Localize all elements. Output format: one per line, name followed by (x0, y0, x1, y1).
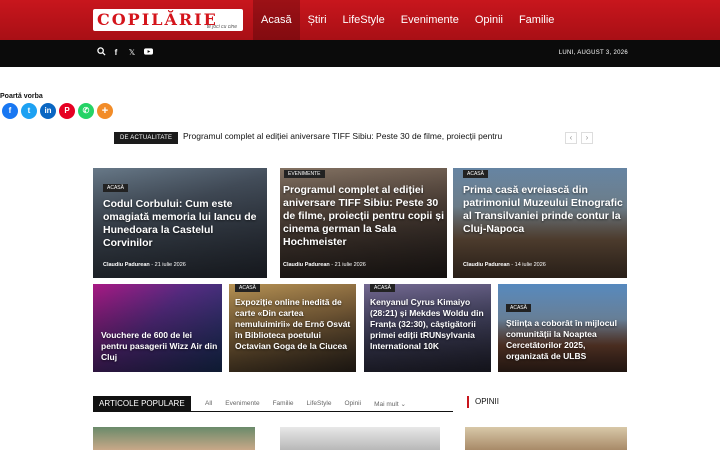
secondary-card-3[interactable]: ACASĂ Kenyanul Cyrus Kimaiyo (28:21) și … (364, 284, 491, 372)
section-divider (93, 411, 453, 412)
popular-filters: All Evenimente Familie LifeStyle Opinii … (205, 400, 419, 408)
secondary-title-2[interactable]: Expoziție online inedită de carte «Din c… (235, 297, 355, 352)
category-badge[interactable]: ACASĂ (463, 170, 488, 178)
post-date: 14 iulie 2026 (514, 262, 546, 268)
x-twitter-icon[interactable]: 𝕏 (126, 47, 138, 59)
featured-title-1[interactable]: Codul Corbului: Cum este omagiată memori… (103, 198, 261, 250)
ticker-prev-button[interactable]: ‹ (565, 132, 577, 144)
more-share-icon[interactable]: + (97, 103, 113, 119)
secondary-title-4[interactable]: Știința a coborât în mijlocul comunități… (506, 318, 624, 362)
twitter-share-icon[interactable]: t (21, 103, 37, 119)
facebook-share-icon[interactable]: f (2, 103, 18, 119)
nav-item-familie[interactable]: Familie (511, 0, 562, 40)
main-nav: Acasă Știri LifeStyle Evenimente Opinii … (253, 0, 562, 40)
logo-text: COPILĂRIE (97, 10, 218, 29)
secondary-card-4[interactable]: ACASĂ Știința a coborât în mijlocul comu… (498, 284, 627, 372)
featured-card-1[interactable]: ACASĂ Codul Corbului: Cum este omagiată … (93, 168, 267, 278)
post-date: 21 iulie 2026 (334, 262, 366, 268)
filter-more-dropdown[interactable]: Mai mult ⌄ (374, 400, 406, 408)
share-title: Poartă vorba (0, 93, 43, 100)
ticker-badge: DE ACTUALITATE (114, 132, 179, 144)
facebook-icon[interactable]: f (110, 47, 122, 59)
filter-evenimente[interactable]: Evenimente (225, 400, 259, 408)
opinii-section-title: OPINII (467, 396, 499, 408)
category-badge[interactable]: ACASĂ (235, 284, 260, 292)
nav-item-evenimente[interactable]: Evenimente (393, 0, 467, 40)
search-icon[interactable] (95, 47, 107, 59)
category-badge[interactable]: ACASĂ (506, 304, 531, 312)
popular-thumb-2[interactable] (280, 427, 440, 450)
whatsapp-share-icon[interactable]: ✆ (78, 103, 94, 119)
filter-familie[interactable]: Familie (273, 400, 294, 408)
featured-meta-2: Claudiu Padurean - 21 iulie 2026 (283, 262, 366, 268)
author-name[interactable]: Claudiu Padurean (283, 262, 330, 268)
category-badge[interactable]: ACASĂ (103, 184, 128, 192)
nav-item-lifestyle[interactable]: LifeStyle (335, 0, 393, 40)
secondary-title-3[interactable]: Kenyanul Cyrus Kimaiyo (28:21) și Mekdes… (370, 297, 490, 352)
secondary-card-1[interactable]: Vouchere de 600 de lei pentru pasagerii … (93, 284, 222, 372)
popular-thumb-1[interactable] (93, 427, 255, 450)
featured-card-3[interactable]: ACASĂ Prima casă evreiască din patrimoni… (453, 168, 627, 278)
nav-item-opinii[interactable]: Opinii (467, 0, 511, 40)
filter-all[interactable]: All (205, 400, 212, 408)
featured-card-2[interactable]: EVENIMENTE Programul complet al ediției … (280, 168, 447, 278)
secondary-title-1[interactable]: Vouchere de 600 de lei pentru pasagerii … (101, 330, 219, 363)
nav-item-acasa[interactable]: Acasă (253, 0, 300, 40)
pinterest-share-icon[interactable]: P (59, 103, 75, 119)
nav-item-stiri[interactable]: Știri (300, 0, 335, 40)
secondary-card-2[interactable]: ACASĂ Expoziție online inedită de carte … (229, 284, 356, 372)
featured-title-2[interactable]: Programul complet al ediției aniversare … (283, 184, 445, 249)
linkedin-share-icon[interactable]: in (40, 103, 56, 119)
ticker-next-button[interactable]: › (581, 132, 593, 144)
author-name[interactable]: Claudiu Padurean (103, 262, 150, 268)
category-badge[interactable]: ACASĂ (370, 284, 395, 292)
author-name[interactable]: Claudiu Padurean (463, 262, 510, 268)
filter-lifestyle[interactable]: LifeStyle (307, 400, 332, 408)
featured-meta-3: Claudiu Padurean - 14 iulie 2026 (463, 262, 546, 268)
category-badge[interactable]: EVENIMENTE (284, 170, 325, 178)
current-date: LUNI, AUGUST 3, 2026 (558, 50, 628, 56)
post-date: 21 iulie 2026 (154, 262, 186, 268)
featured-meta-1: Claudiu Padurean - 21 iulie 2026 (103, 262, 186, 268)
opinii-thumb-1[interactable] (465, 427, 627, 450)
site-logo[interactable]: COPILĂRIE te joci cu cine (93, 9, 243, 31)
popular-section-title: ARTICOLE POPULARE (93, 396, 191, 412)
featured-title-3[interactable]: Prima casă evreiască din patrimoniul Muz… (463, 184, 623, 236)
logo-tagline: te joci cu cine (206, 24, 237, 30)
filter-opinii[interactable]: Opinii (344, 400, 361, 408)
youtube-icon[interactable] (142, 47, 154, 59)
ticker-headline[interactable]: Programul complet al ediției aniversare … (183, 131, 503, 141)
